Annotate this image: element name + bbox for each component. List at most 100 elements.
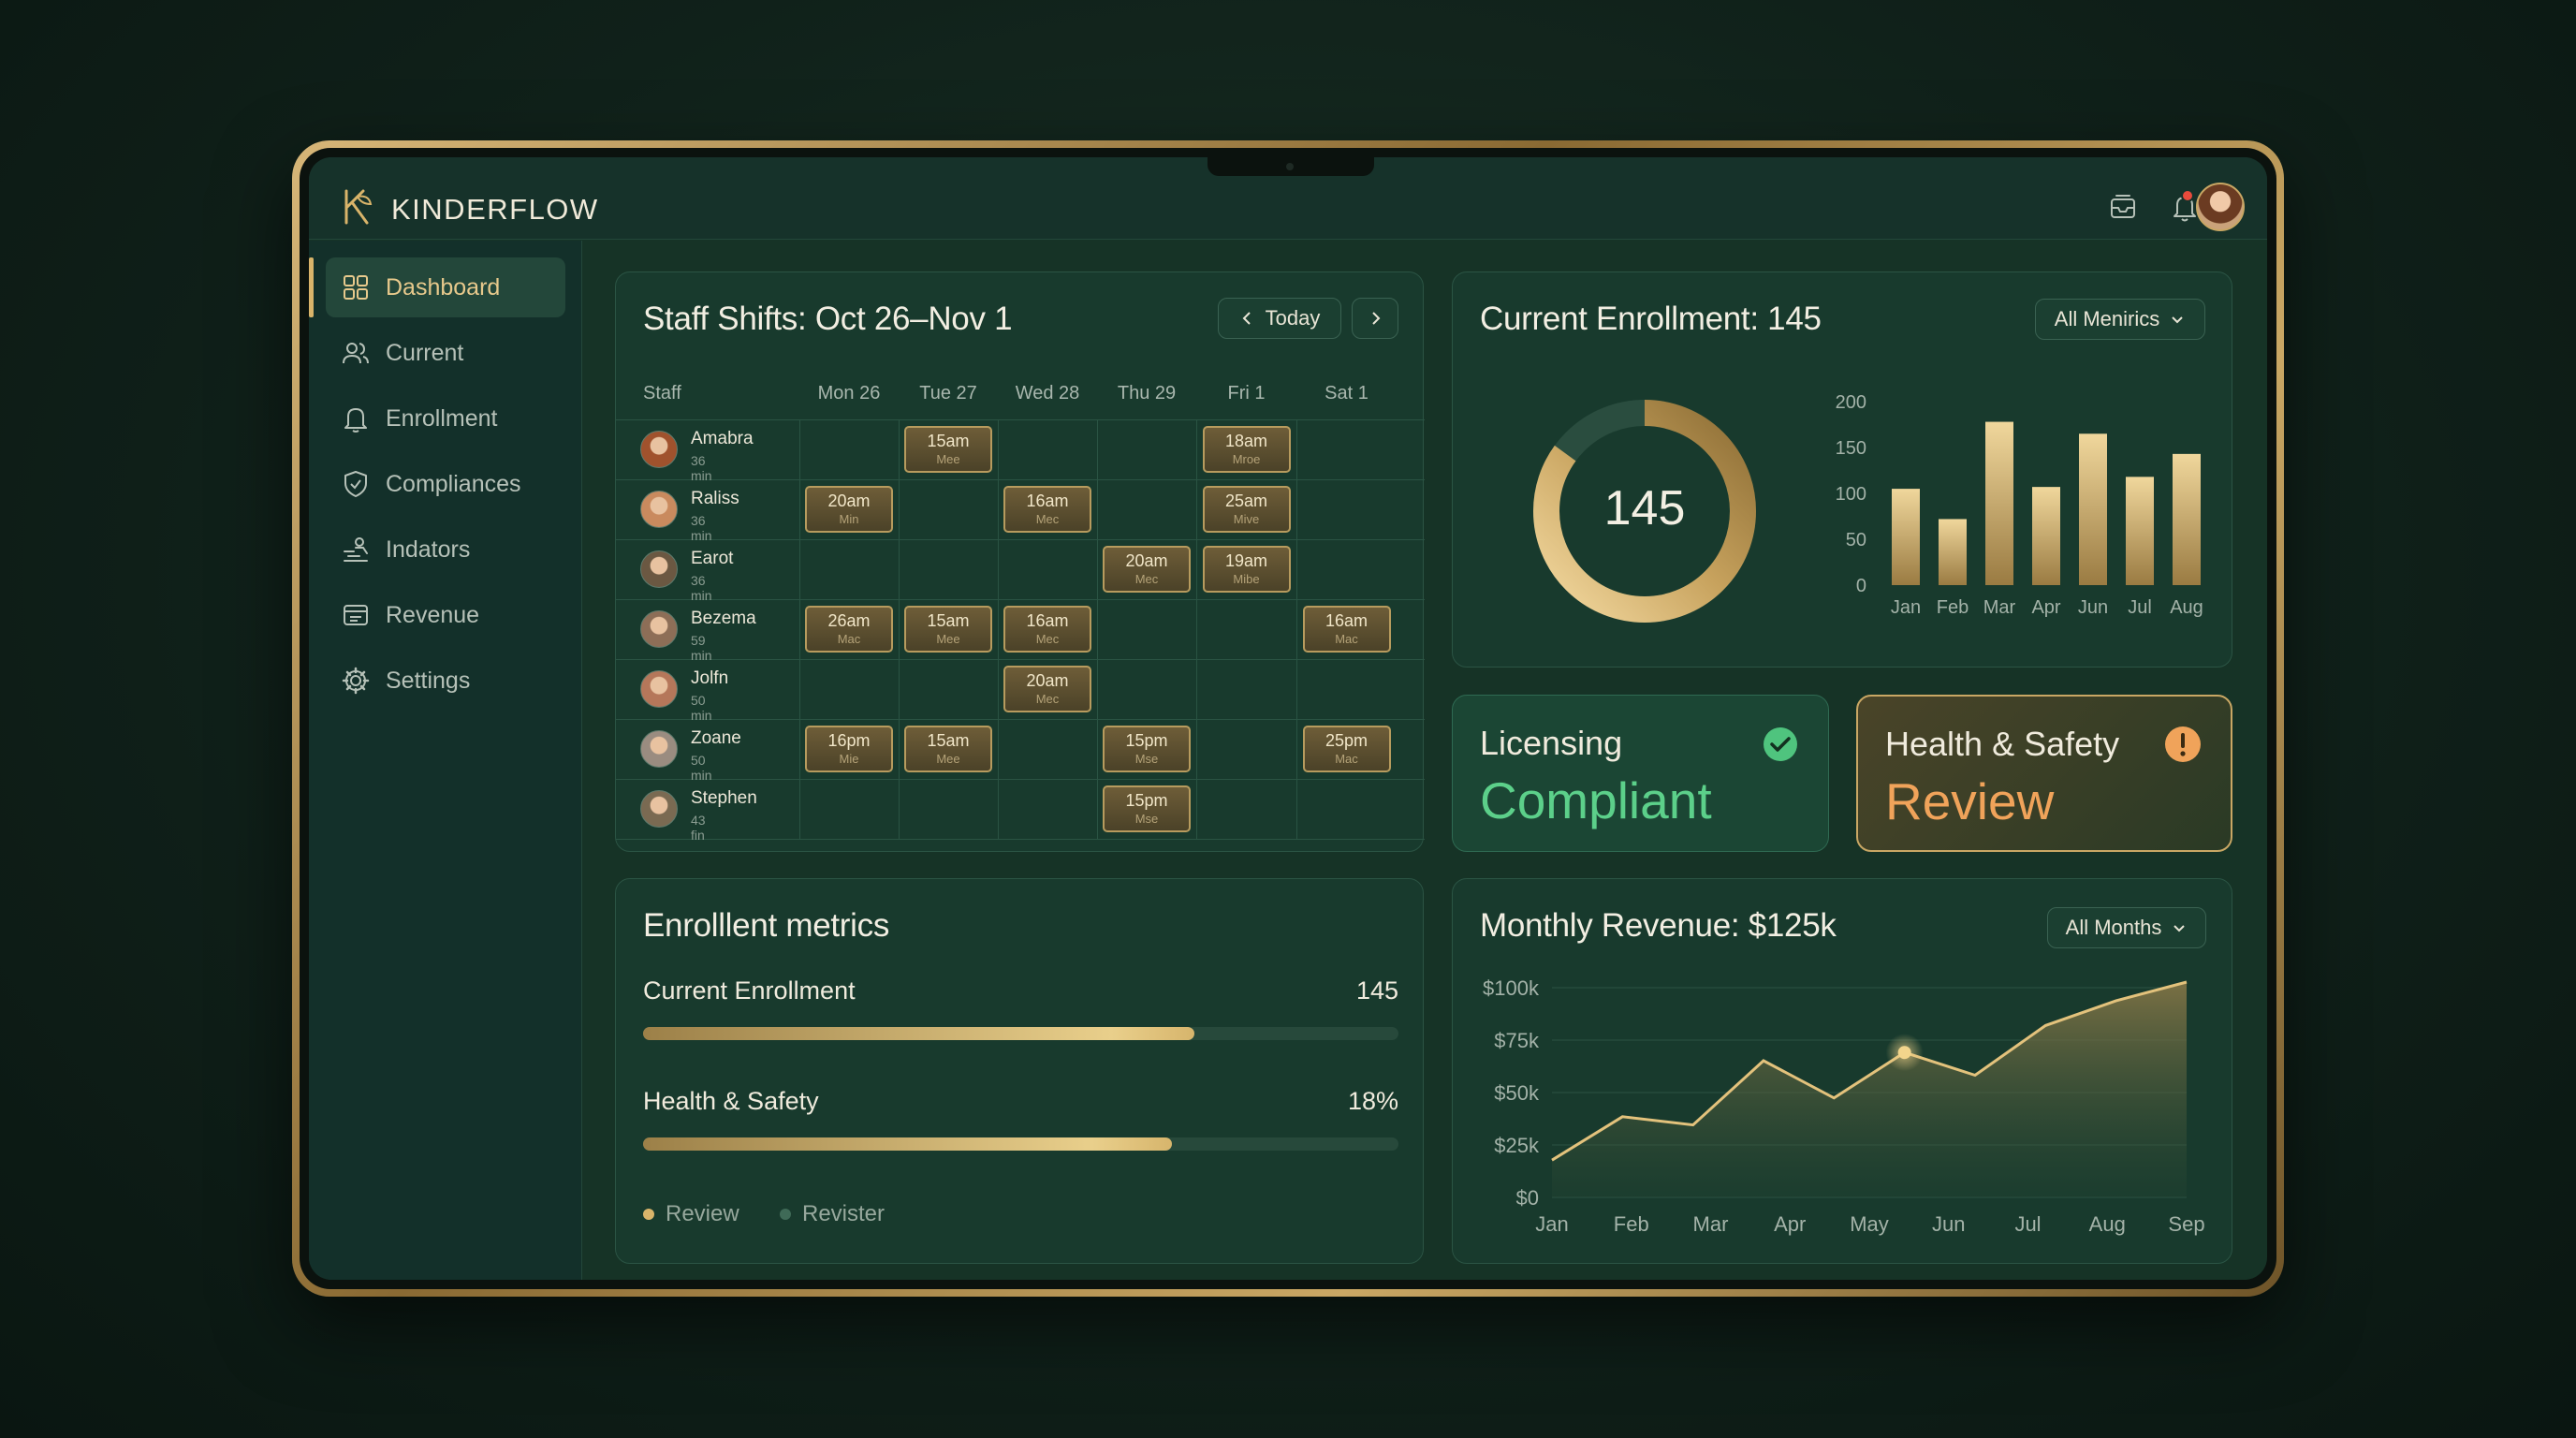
- staff-name: Jolfn: [691, 668, 729, 688]
- grid-column-line: [899, 419, 900, 839]
- shift-block[interactable]: 15am Mee: [904, 426, 992, 473]
- legend-label: Revister: [802, 1201, 886, 1226]
- shift-time: 15am: [927, 432, 970, 450]
- shift-block[interactable]: 26am Mac: [805, 606, 893, 653]
- shift-time: 15am: [927, 731, 970, 750]
- shift-block[interactable]: 25am Mive: [1202, 486, 1291, 533]
- shift-block[interactable]: 15am Mee: [904, 726, 992, 772]
- bar[interactable]: [1939, 519, 1967, 585]
- sidebar-item-label: Indators: [386, 536, 471, 563]
- shift-time: 26am: [827, 611, 871, 630]
- shift-room: Mroe: [1232, 452, 1261, 466]
- months-filter-dropdown[interactable]: All Months: [2047, 907, 2206, 948]
- day-header: Wed 28: [1015, 383, 1080, 404]
- today-button[interactable]: Today: [1218, 298, 1341, 339]
- y-tick-label: $100k: [1483, 976, 1540, 1000]
- staff-name: Amabra: [691, 429, 754, 448]
- sidebar-item-revenue[interactable]: Revenue: [326, 585, 565, 645]
- grid-row-line: [616, 779, 1425, 780]
- grid-row-line: [616, 839, 1425, 840]
- monthly-revenue-card: Monthly Revenue: $125k All Months $0 $25k…: [1452, 878, 2232, 1264]
- grid-row-line: [616, 419, 1425, 420]
- shift-room: Mive: [1233, 512, 1260, 526]
- user-avatar[interactable]: [2196, 183, 2245, 231]
- sidebar-item-settings[interactable]: Settings: [326, 651, 565, 711]
- staff-avatar: [640, 491, 678, 528]
- shift-room: Min: [839, 512, 859, 526]
- shift-block[interactable]: 15pm Mse: [1103, 726, 1191, 772]
- metrics-filter-dropdown[interactable]: All Menirics: [2035, 299, 2205, 340]
- sidebar-item-indators[interactable]: Indators: [326, 520, 565, 580]
- legend-label: Review: [666, 1201, 739, 1226]
- shift-block[interactable]: 16am Mec: [1003, 486, 1091, 533]
- legend-review: Review: [643, 1201, 739, 1227]
- shift-time: 16pm: [827, 731, 871, 750]
- bar[interactable]: [2079, 433, 2107, 585]
- day-header: Fri 1: [1227, 383, 1266, 404]
- x-tick-label: Apr: [2031, 597, 2060, 618]
- staff-duration: 36 min: [691, 453, 712, 483]
- staff-duration: 36 min: [691, 573, 712, 603]
- enrollment-bar-chart: 0 50 100 150 200 Jan Feb Mar Apr Jun Jul Aug: [1836, 394, 2203, 618]
- x-tick-label: Jun: [2078, 597, 2108, 618]
- shift-block[interactable]: 19am Mibe: [1202, 546, 1291, 593]
- shift-block[interactable]: 20am Min: [805, 486, 893, 533]
- shift-time: 20am: [827, 492, 871, 510]
- day-header: Sat 1: [1325, 383, 1368, 404]
- today-label: Today: [1265, 306, 1321, 330]
- shift-block[interactable]: 15am Mee: [904, 606, 992, 653]
- x-tick-label: Jul: [2014, 1212, 2041, 1236]
- shift-block[interactable]: 18am Mroe: [1202, 426, 1291, 473]
- staff-column-header: Staff: [643, 383, 681, 404]
- metrics-title: Enrolllent metrics: [643, 907, 890, 944]
- shift-time: 16am: [1026, 492, 1069, 510]
- bar[interactable]: [1985, 421, 2013, 585]
- grid-column-line: [1196, 419, 1197, 839]
- bar[interactable]: [1892, 489, 1920, 585]
- grid-row-line: [616, 479, 1425, 480]
- shift-block[interactable]: 25pm Mac: [1302, 726, 1391, 772]
- highlight-point[interactable]: [1897, 1046, 1911, 1060]
- sidebar-item-dashboard[interactable]: Dashboard: [309, 257, 565, 317]
- shift-block[interactable]: 16am Mec: [1003, 606, 1091, 653]
- shift-time: 15am: [927, 611, 970, 630]
- x-tick-label: Jun: [1932, 1212, 1965, 1236]
- sidebar-item-label: Settings: [386, 667, 471, 694]
- health-progress-fill: [643, 1137, 1172, 1151]
- grid-row-line: [616, 719, 1425, 720]
- bar[interactable]: [2173, 453, 2201, 585]
- shift-time: 15pm: [1125, 791, 1168, 810]
- shift-room: Mee: [936, 752, 960, 766]
- shift-block[interactable]: 16pm Mie: [805, 726, 893, 772]
- shift-time: 18am: [1224, 432, 1268, 450]
- enrollment-progress-fill: [643, 1027, 1195, 1040]
- shift-block[interactable]: 16am Mac: [1302, 606, 1391, 653]
- y-tick-label: $50k: [1494, 1081, 1540, 1105]
- legend-revister: Revister: [780, 1201, 885, 1227]
- x-tick-label: Mar: [1983, 597, 2016, 618]
- sidebar-item-current[interactable]: Current: [326, 323, 565, 383]
- notification-badge: [2181, 189, 2194, 202]
- sidebar-item-enrollment[interactable]: Enrollment: [326, 389, 565, 448]
- next-week-button[interactable]: [1352, 298, 1398, 339]
- enrollment-metrics-card: Enrolllent metrics Current Enrollment 14…: [615, 878, 1424, 1264]
- shift-block[interactable]: 20am Mec: [1103, 546, 1191, 593]
- shift-room: Mac: [1335, 752, 1358, 766]
- staff-avatar: [640, 790, 678, 828]
- x-tick-label: Feb: [1614, 1212, 1649, 1236]
- donut-value: 145: [1603, 481, 1686, 536]
- check-circle-icon: [1764, 727, 1797, 761]
- staff-avatar: [640, 730, 678, 768]
- shift-block[interactable]: 15pm Mse: [1103, 785, 1191, 832]
- sidebar-item-label: Current: [386, 339, 464, 366]
- sidebar-item-compliances[interactable]: Compliances: [326, 454, 565, 514]
- staff-name: Stephen: [691, 788, 757, 808]
- day-header: Mon 26: [817, 383, 881, 404]
- shift-block[interactable]: 20am Mec: [1003, 666, 1091, 712]
- shift-time: 20am: [1026, 671, 1069, 690]
- bar[interactable]: [2032, 487, 2060, 585]
- bar[interactable]: [2126, 477, 2154, 585]
- inbox-icon[interactable]: [2107, 191, 2139, 223]
- sidebar: Dashboard Current Enrollment Compliances…: [309, 241, 582, 1280]
- staff-name: Earot: [691, 549, 734, 568]
